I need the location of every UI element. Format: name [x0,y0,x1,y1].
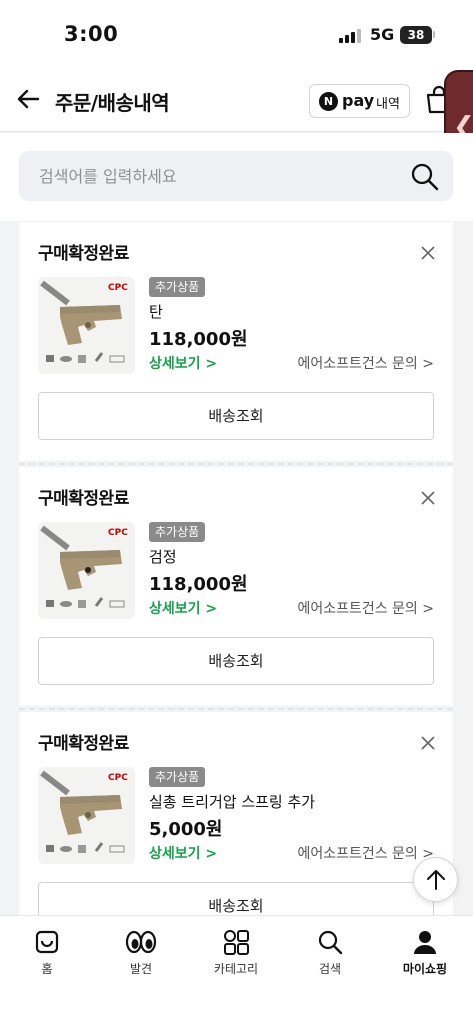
eyes-icon [125,930,157,954]
product-price: 5,000원 [149,819,223,840]
search-icon [318,930,343,955]
battery-icon: 38 [400,26,432,44]
order-card: 구매확정완료 CPC 추가상품 탄 118,000원 상세보기 > 에어소프트건… [19,222,453,461]
product-thumbnail[interactable]: CPC [38,767,135,864]
seller-inquiry-link[interactable]: 에어소프트건스 문의 > [297,843,434,863]
search-button[interactable] [409,161,441,193]
add-on-badge: 추가상품 [149,277,206,297]
nav-label: 카테고리 [213,962,259,976]
seller-inquiry-link[interactable]: 에어소프트건스 문의 > [297,598,434,618]
arrow-left-icon [17,89,40,109]
pistol-product-image: CPC [40,770,128,853]
nav-label: 홈 [41,962,53,976]
nav-label: 검색 [318,962,342,976]
add-on-badge: 추가상품 [149,522,206,542]
product-thumbnail[interactable]: CPC [38,277,135,374]
delete-order-button[interactable] [418,243,438,263]
product-price: 118,000원 [149,574,248,595]
detail-link[interactable]: 상세보기 > [149,598,217,618]
back-button[interactable] [14,84,44,114]
status-time: 3:00 [64,22,119,46]
search-section [0,133,473,221]
status-bar: 3:00 5G 38 [0,0,473,70]
close-icon [421,491,435,505]
arrow-up-icon [427,870,445,890]
track-delivery-button[interactable]: 배송조회 [38,637,434,685]
npay-history-button[interactable]: N pay 내역 [309,84,410,118]
seller-inquiry-link[interactable]: 에어소프트건스 문의 > [297,353,434,373]
header: 주문/배송내역 N pay 내역 [0,70,473,132]
brand-logo: CPC [108,773,128,783]
search-input[interactable] [19,151,399,201]
product-option: 검정 [149,548,177,566]
nav-label: 발견 [129,962,153,976]
add-on-badge: 추가상품 [149,767,206,787]
battery-level: 38 [407,28,425,42]
brand-logo: CPC [108,528,128,538]
brand-logo: CPC [108,283,128,293]
track-delivery-button[interactable]: 배송조회 [38,392,434,440]
delete-order-button[interactable] [418,733,438,753]
close-icon [421,246,435,260]
person-icon [414,931,436,954]
category-icon [224,930,249,955]
search-box [19,151,453,201]
pistol-product-image: CPC [40,525,128,608]
order-card: 구매확정완료 CPC 추가상품 검정 118,000원 상세보기 > 에어소프트… [19,467,453,706]
bottom-nav: 홈 발견 카테고리 검색 마이쇼핑 [0,915,473,1024]
order-status: 구매확정완료 [38,734,129,754]
detail-link[interactable]: 상세보기 > [149,353,217,373]
detail-link[interactable]: 상세보기 > [149,843,217,863]
network-label: 5G [370,25,395,44]
nav-label: 마이쇼핑 [402,962,448,976]
search-icon [411,163,439,191]
order-status: 구매확정완료 [38,244,129,264]
card-divider [19,463,453,465]
nav-my-shopping[interactable]: 마이쇼핑 [385,928,465,988]
product-option: 실총 트리거압 스프링 추가 [149,793,316,811]
scroll-to-top-button[interactable] [413,857,458,902]
home-icon [35,930,59,954]
pistol-product-image: CPC [40,280,128,363]
battery-nub [433,31,435,38]
close-icon [421,736,435,750]
npay-logo-icon: N [319,92,338,111]
delete-order-button[interactable] [418,488,438,508]
page-title: 주문/배송내역 [55,91,170,115]
npay-label: 내역 [376,97,400,112]
product-price: 118,000원 [149,329,248,350]
product-thumbnail[interactable]: CPC [38,522,135,619]
nav-category[interactable]: 카테고리 [196,928,276,988]
npay-word: pay [342,91,375,110]
nav-discover[interactable]: 발견 [101,928,181,988]
order-status: 구매확정완료 [38,489,129,509]
nav-search[interactable]: 검색 [290,928,370,988]
nav-home[interactable]: 홈 [7,928,87,988]
signal-icon [339,28,363,43]
product-option: 탄 [149,303,163,321]
card-divider [19,708,453,710]
